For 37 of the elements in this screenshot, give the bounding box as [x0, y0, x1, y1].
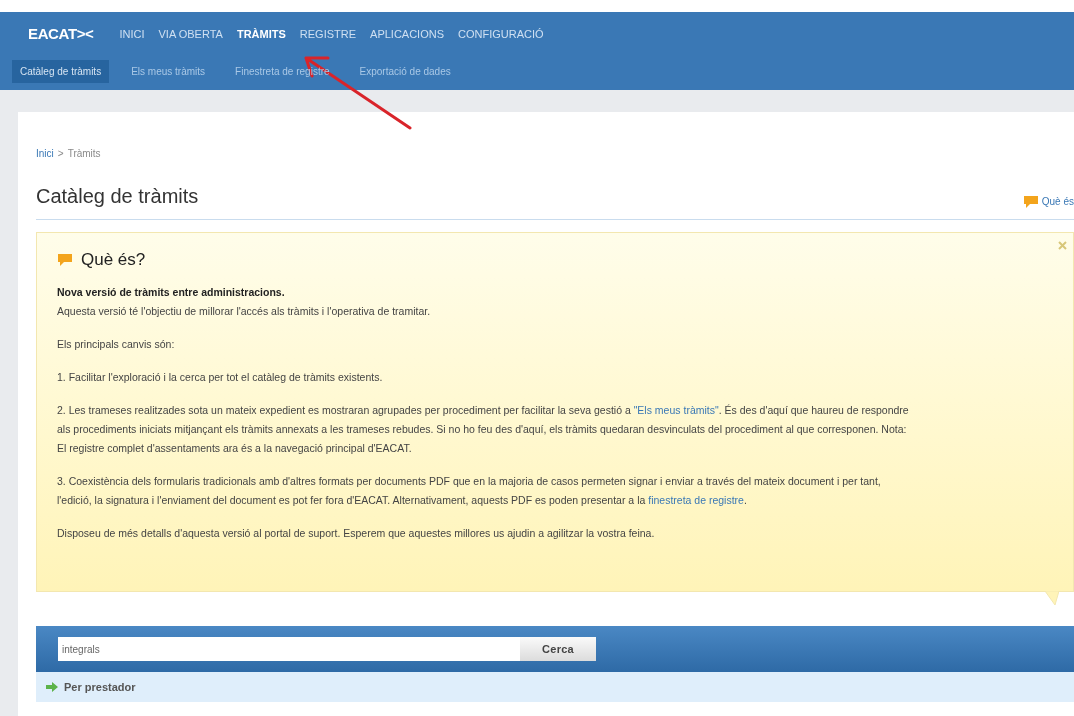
sub-tab[interactable]: Exportació de dades: [351, 59, 459, 83]
nav-link[interactable]: INICI: [119, 25, 145, 43]
arrow-icon: [46, 682, 58, 692]
info-text: 3. Coexistència dels formularis tradicionals amb d'altres formats per documents PDF que en la majoria de casos permeten signar i enviar a través del mateix document i per tant,: [57, 473, 881, 489]
section-header[interactable]: Per prestador: [36, 672, 1074, 702]
search-button[interactable]: Cerca: [520, 637, 596, 661]
info-title: Què és?: [81, 249, 146, 271]
page-title: Catàleg de tràmits: [36, 184, 199, 209]
sub-tab[interactable]: Catàleg de tràmits: [12, 59, 110, 83]
breadcrumb-text: Tràmits: [67, 147, 101, 161]
nav-link[interactable]: TRÀMITS: [236, 25, 286, 43]
info-text: l'edició, la signatura i l'enviament del document es pot fer fora d'EACAT. Alternativament, aquests PDF es poden presentar a la: [57, 492, 647, 508]
info-link[interactable]: "Els meus tràmits": [633, 400, 719, 420]
info-text: Nova versió de tràmits entre administracions.: [57, 284, 285, 300]
nav-link[interactable]: APLICACIONS: [370, 25, 444, 43]
help-icon: [1022, 194, 1039, 209]
info-text: El registre complet d'assentaments ara és a la navegació principal d'EACAT.: [57, 440, 412, 456]
info-text: .: [743, 492, 747, 508]
info-text: als procediments iniciats mitjançant els tràmits annexats a les trameses rebudes. Si no ho feu des d'aquí, els tràmits quedaran desvinculats del procediment al que corresponen. Nota:: [57, 421, 907, 437]
nav-link[interactable]: REGISTRE: [299, 25, 357, 43]
info-text: Els principals canvis són:: [57, 336, 175, 352]
info-text: . És des d'aquí que haureu de respondre: [718, 402, 909, 418]
breadcrumb-link[interactable]: Inici: [36, 146, 54, 161]
help-link[interactable]: Què és: [1041, 194, 1074, 209]
info-text: 1. Facilitar l'exploració i la cerca per tot el catàleg de tràmits existents.: [57, 369, 383, 385]
nav-link[interactable]: VIA OBERTA: [158, 25, 223, 43]
search-field[interactable]: integrals: [58, 637, 520, 661]
logo[interactable]: EACAT><: [28, 22, 94, 46]
info-text: Disposeu de més detalls d'aquesta versió al portal de suport. Esperem que aquestes millores us ajudin a agilitzar la vostra feina.: [57, 525, 655, 541]
info-text: Aquesta versió té l'objectiu de millorar l'accés als tràmits i l'operativa de tramitar.: [57, 303, 431, 319]
info-text: 2. Les trameses realitzades sota un mateix expedient es mostraran agrupades per procediment per facilitar la seva gestió a: [57, 402, 632, 418]
close-icon[interactable]: [1058, 241, 1067, 250]
sub-tab[interactable]: Els meus tràmits: [123, 59, 214, 83]
speech-icon: [57, 252, 73, 267]
breadcrumb-text: >: [57, 147, 64, 161]
info-link[interactable]: finestreta de registre: [648, 490, 744, 510]
nav-link[interactable]: CONFIGURACIÓ: [458, 25, 544, 43]
